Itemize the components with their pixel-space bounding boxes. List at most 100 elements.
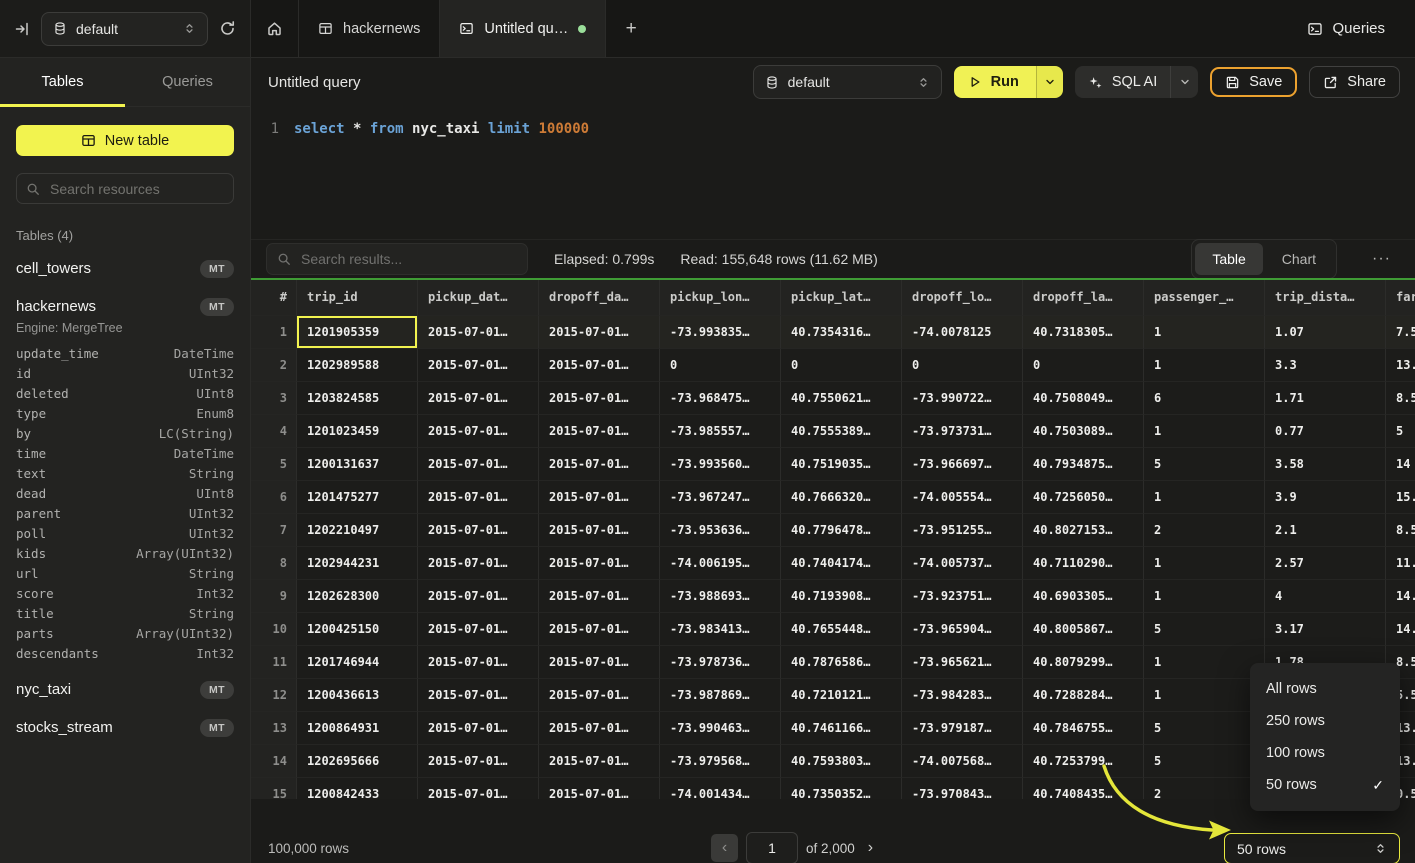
table-cell[interactable]: 2.57 — [1265, 547, 1386, 580]
menu-item-50-rows[interactable]: 50 rows✓ — [1250, 769, 1400, 801]
prev-page-button[interactable]: ‹ — [711, 834, 738, 862]
table-cell[interactable]: 40.7593803… — [781, 745, 902, 778]
table-cell[interactable]: 40.7876586… — [781, 646, 902, 679]
table-cell[interactable]: 40.7461166… — [781, 712, 902, 745]
toolbar-database-selector[interactable]: default — [753, 65, 942, 99]
table-cell[interactable]: 14 — [1386, 448, 1415, 481]
table-cell[interactable]: 1 — [1144, 646, 1265, 679]
table-cell[interactable]: 14.5 — [1386, 580, 1415, 613]
menu-item-all-rows[interactable]: All rows — [1250, 673, 1400, 705]
table-cell[interactable]: 5 — [1144, 712, 1265, 745]
table-cell[interactable]: 1.71 — [1265, 382, 1386, 415]
table-cell[interactable]: 2015-07-01… — [418, 778, 539, 799]
table-cell[interactable]: 14.5 — [1386, 613, 1415, 646]
view-toggle-chart[interactable]: Chart — [1265, 243, 1333, 275]
table-cell[interactable]: 2015-07-01… — [539, 349, 660, 382]
table-cell[interactable]: 1 — [1144, 580, 1265, 613]
home-button[interactable] — [251, 0, 299, 57]
queries-button[interactable]: Queries — [1277, 0, 1415, 57]
table-cell[interactable]: 2.1 — [1265, 514, 1386, 547]
view-toggle-table[interactable]: Table — [1195, 243, 1262, 275]
table-cell[interactable]: -74.005554… — [902, 481, 1023, 514]
tab-untitled-query[interactable]: Untitled qu… — [440, 0, 606, 57]
table-cell[interactable]: 5 — [1386, 415, 1415, 448]
table-cell[interactable]: 4 — [1265, 580, 1386, 613]
table-cell[interactable]: 13.5 — [1386, 349, 1415, 382]
table-cell[interactable]: 40.7519035… — [781, 448, 902, 481]
table-cell[interactable]: 1 — [1144, 547, 1265, 580]
run-options-caret[interactable] — [1036, 66, 1063, 98]
sql-ai-caret[interactable] — [1170, 66, 1198, 98]
refresh-icon[interactable] — [219, 20, 236, 37]
table-cell[interactable]: 40.7193908… — [781, 580, 902, 613]
table-cell[interactable]: 3.17 — [1265, 613, 1386, 646]
table-cell[interactable]: -73.993560… — [660, 448, 781, 481]
table-cell[interactable]: 1 — [1144, 316, 1265, 349]
table-cell[interactable]: -73.970843… — [902, 778, 1023, 799]
table-cell[interactable]: 1202210497 — [297, 514, 418, 547]
table-cell[interactable]: 2015-07-01… — [539, 415, 660, 448]
table-cell[interactable]: 1200131637 — [297, 448, 418, 481]
table-cell[interactable]: -73.965621… — [902, 646, 1023, 679]
table-cell[interactable]: 1 — [1144, 415, 1265, 448]
table-cell[interactable]: 5 — [1144, 745, 1265, 778]
table-cell[interactable]: 1200425150 — [297, 613, 418, 646]
table-cell[interactable]: -73.965904… — [902, 613, 1023, 646]
table-cell[interactable]: 1200436613 — [297, 679, 418, 712]
table-cell[interactable]: 1 — [1144, 679, 1265, 712]
table-cell[interactable]: 5 — [1144, 613, 1265, 646]
table-cell[interactable]: -73.987869… — [660, 679, 781, 712]
table-cell[interactable]: 1201023459 — [297, 415, 418, 448]
menu-item-100-rows[interactable]: 100 rows — [1250, 737, 1400, 769]
table-cell[interactable]: -73.993835… — [660, 316, 781, 349]
column-header[interactable]: dropoff_la… — [1023, 280, 1144, 316]
table-cell[interactable]: 40.7318305… — [1023, 316, 1144, 349]
table-cell[interactable]: -73.951255… — [902, 514, 1023, 547]
table-cell[interactable]: 6 — [1144, 382, 1265, 415]
table-cell[interactable]: 40.7110290… — [1023, 547, 1144, 580]
table-cell[interactable]: -74.005737… — [902, 547, 1023, 580]
table-cell[interactable]: 2015-07-01… — [539, 316, 660, 349]
sidebar-search-input[interactable] — [48, 180, 224, 198]
table-cell[interactable]: -73.968475… — [660, 382, 781, 415]
table-cell[interactable]: -73.979568… — [660, 745, 781, 778]
next-page-button[interactable]: › — [863, 839, 878, 857]
table-cell[interactable]: 2015-07-01… — [418, 382, 539, 415]
table-cell[interactable]: 1202944231 — [297, 547, 418, 580]
table-cell[interactable]: -73.966697… — [902, 448, 1023, 481]
sidebar-table-cell_towers[interactable]: cell_towersMT — [16, 256, 234, 281]
table-cell[interactable]: 2015-07-01… — [418, 745, 539, 778]
table-cell[interactable]: 7.5 — [1386, 316, 1415, 349]
table-cell[interactable]: -73.990463… — [660, 712, 781, 745]
column-header[interactable]: trip_id — [297, 280, 418, 316]
table-cell[interactable]: 2 — [1144, 778, 1265, 799]
table-cell[interactable]: 40.8027153… — [1023, 514, 1144, 547]
table-cell[interactable]: 2015-07-01… — [539, 382, 660, 415]
column-header[interactable]: fare_amount — [1386, 280, 1415, 316]
table-cell[interactable]: -73.973731… — [902, 415, 1023, 448]
table-cell[interactable]: 1203824585 — [297, 382, 418, 415]
table-cell[interactable]: 40.7354316… — [781, 316, 902, 349]
database-selector[interactable]: default — [41, 12, 208, 46]
table-cell[interactable]: 40.7666320… — [781, 481, 902, 514]
table-cell[interactable]: 2 — [1144, 514, 1265, 547]
sidebar-table-stocks_stream[interactable]: stocks_streamMT — [16, 715, 234, 740]
table-cell[interactable]: 1200864931 — [297, 712, 418, 745]
table-cell[interactable]: 2015-07-01… — [539, 448, 660, 481]
results-search[interactable] — [266, 243, 528, 275]
sidebar-table-hackernews[interactable]: hackernewsMT — [16, 294, 234, 319]
table-cell[interactable]: 2015-07-01… — [418, 679, 539, 712]
table-cell[interactable]: -73.953636… — [660, 514, 781, 547]
table-cell[interactable]: 2015-07-01… — [539, 514, 660, 547]
table-cell[interactable]: 40.7508049… — [1023, 382, 1144, 415]
tab-hackernews[interactable]: hackernews — [299, 0, 440, 57]
table-cell[interactable]: 3.3 — [1265, 349, 1386, 382]
table-cell[interactable]: -74.0078125 — [902, 316, 1023, 349]
table-cell[interactable]: 2015-07-01… — [418, 712, 539, 745]
table-cell[interactable]: -74.007568… — [902, 745, 1023, 778]
table-cell[interactable]: 0 — [660, 349, 781, 382]
table-cell[interactable]: 11.5 — [1386, 547, 1415, 580]
column-header[interactable]: passenger_… — [1144, 280, 1265, 316]
table-cell[interactable]: 5 — [1144, 448, 1265, 481]
table-cell[interactable]: 8.5 — [1386, 382, 1415, 415]
